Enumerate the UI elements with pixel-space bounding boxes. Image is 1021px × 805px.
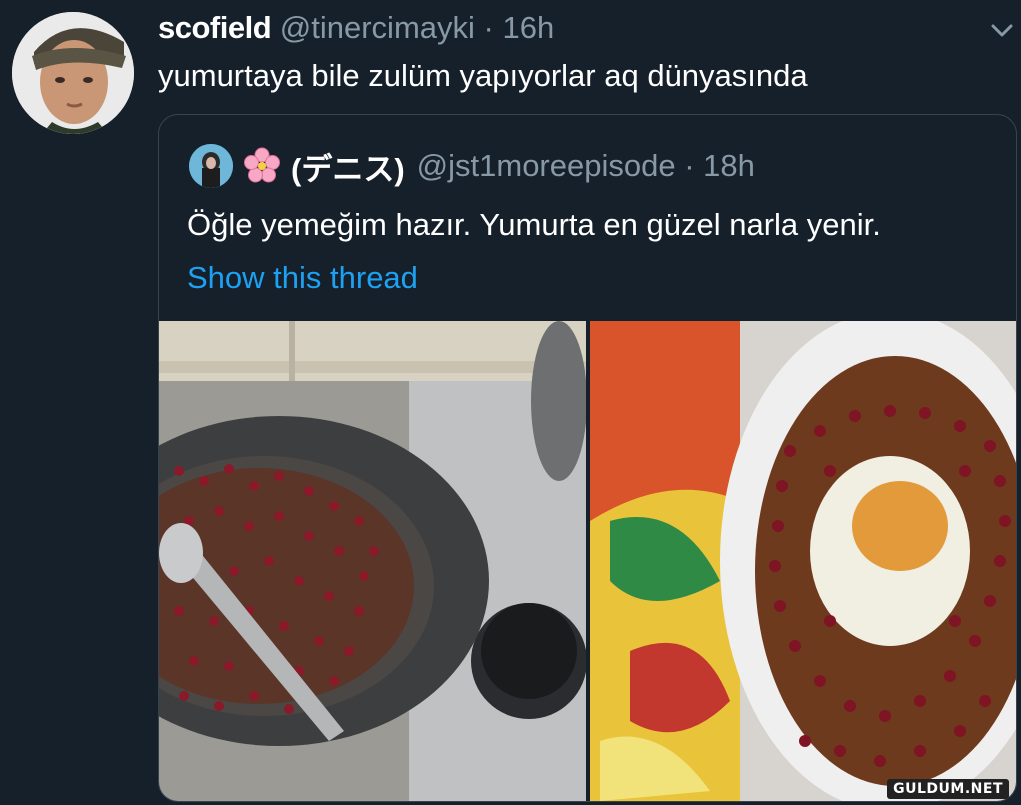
watermark-logo: GULDUM.NET xyxy=(887,779,1009,799)
quoted-tweet-card[interactable]: (デニス) @jst1moreepisode · 18h Öğle yemeği… xyxy=(158,114,1017,802)
chevron-down-icon[interactable] xyxy=(987,18,1017,42)
quoted-separator-dot: · xyxy=(684,148,695,183)
author-handle[interactable]: @tinercimayki xyxy=(280,10,475,45)
photo-pan-pomegranate[interactable] xyxy=(159,321,586,801)
show-thread-link[interactable]: Show this thread xyxy=(187,260,418,296)
quoted-author-name[interactable]: (デニス) xyxy=(291,144,405,189)
quoted-tweet-timestamp[interactable]: 18h xyxy=(703,148,755,184)
author-avatar[interactable] xyxy=(12,12,134,134)
quoted-tweet-photos xyxy=(159,321,1016,801)
cherry-blossom-icon xyxy=(243,147,281,185)
quoted-author-avatar[interactable] xyxy=(189,144,233,188)
separator-dot: · xyxy=(483,10,494,45)
photo-egg-pomegranate[interactable] xyxy=(590,321,1016,801)
tweet-timestamp[interactable]: 16h xyxy=(502,10,554,45)
quoted-tweet-text: Öğle yemeğim hazır. Yumurta en güzel nar… xyxy=(187,207,881,242)
author-name[interactable]: scofield xyxy=(158,10,272,45)
quoted-tweet-header: (デニス) @jst1moreepisode · 18h xyxy=(189,144,755,189)
quoted-author-handle[interactable]: @jst1moreepisode xyxy=(417,148,676,184)
tweet-header: scofield @tinercimayki · 16h xyxy=(158,10,554,46)
tweet-text: yumurtaya bile zulüm yapıyorlar aq dünya… xyxy=(158,58,808,93)
